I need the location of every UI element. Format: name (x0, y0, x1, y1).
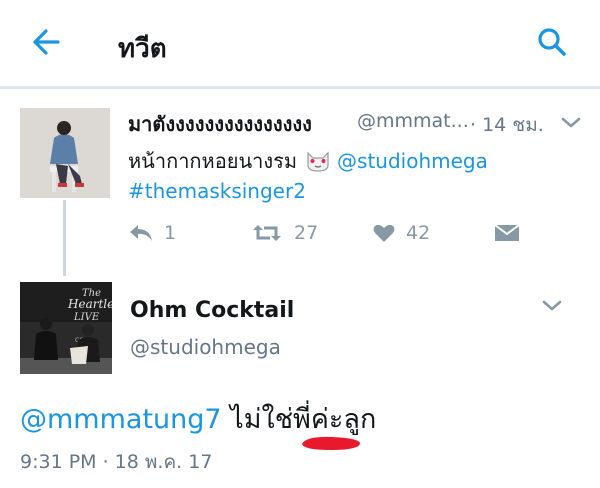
search-button[interactable] (532, 24, 572, 60)
avatar-photo: The Heartless LIVE COCK (20, 282, 112, 374)
top-bar (0, 0, 600, 86)
avatar[interactable]: The Heartless LIVE COCK (20, 282, 112, 374)
parent-tweet-mention-link[interactable]: @studiohmega (337, 149, 488, 173)
envelope-icon (494, 224, 520, 241)
avatar-text: LIVE (73, 312, 100, 323)
tweet-text-body: ไม่ใช่พี่ค่ะลูก (221, 404, 377, 435)
heart-eyes-cat-emoji (307, 151, 329, 172)
reply-icon (130, 225, 152, 241)
parent-tweet-text-line2: #themasksinger2 (128, 179, 306, 203)
chevron-down-icon (542, 300, 562, 311)
tweet-timestamp: 9:31 PM · 18 พ.ค. 17 (20, 451, 213, 473)
search-icon (538, 28, 566, 56)
back-button[interactable] (28, 24, 68, 60)
arrow-left-icon (33, 29, 60, 55)
tweet-author-handle[interactable]: @studiohmega (130, 335, 281, 359)
parent-tweet-handle[interactable]: @mmmat... (357, 110, 469, 132)
like-button[interactable]: 42 (372, 218, 430, 248)
parent-tweet-hashtag-link[interactable]: #themasksinger2 (128, 179, 306, 203)
tweet-mention-link[interactable]: @mmmatung7 (20, 404, 222, 435)
parent-tweet-time: · 14 ชม. (470, 114, 544, 136)
like-count: 42 (406, 222, 431, 244)
retweet-count: 27 (294, 222, 319, 244)
tweet-author-display-name[interactable]: Ohm Cocktail (130, 298, 294, 323)
direct-message-button[interactable] (494, 218, 530, 248)
top-bar-divider (0, 86, 600, 89)
retweet-button[interactable]: 27 (250, 218, 318, 248)
tweet-menu-button[interactable] (538, 293, 566, 317)
avatar[interactable] (20, 108, 110, 198)
parent-tweet-text: หน้ากากหอยนางรม (128, 149, 298, 173)
avatar-text: Heartless (67, 297, 112, 311)
parent-tweet-text-line1: หน้ากากหอยนางรม @studiohmega (128, 145, 488, 177)
reply-count: 1 (164, 222, 177, 244)
red-scribble-mark (302, 436, 360, 450)
thread-connector (63, 200, 66, 276)
retweet-icon (253, 225, 281, 241)
reply-button[interactable]: 1 (128, 218, 176, 248)
parent-tweet-menu-button[interactable] (557, 110, 585, 134)
parent-tweet-actions: 1 27 42 (128, 218, 528, 248)
parent-tweet-display-name[interactable]: มาตังงงงงงงงงงงงงงง (128, 108, 312, 140)
heart-icon (373, 224, 395, 242)
chevron-down-icon (561, 117, 581, 128)
avatar-photo (20, 108, 110, 198)
page-title: ทวีต (118, 34, 167, 64)
